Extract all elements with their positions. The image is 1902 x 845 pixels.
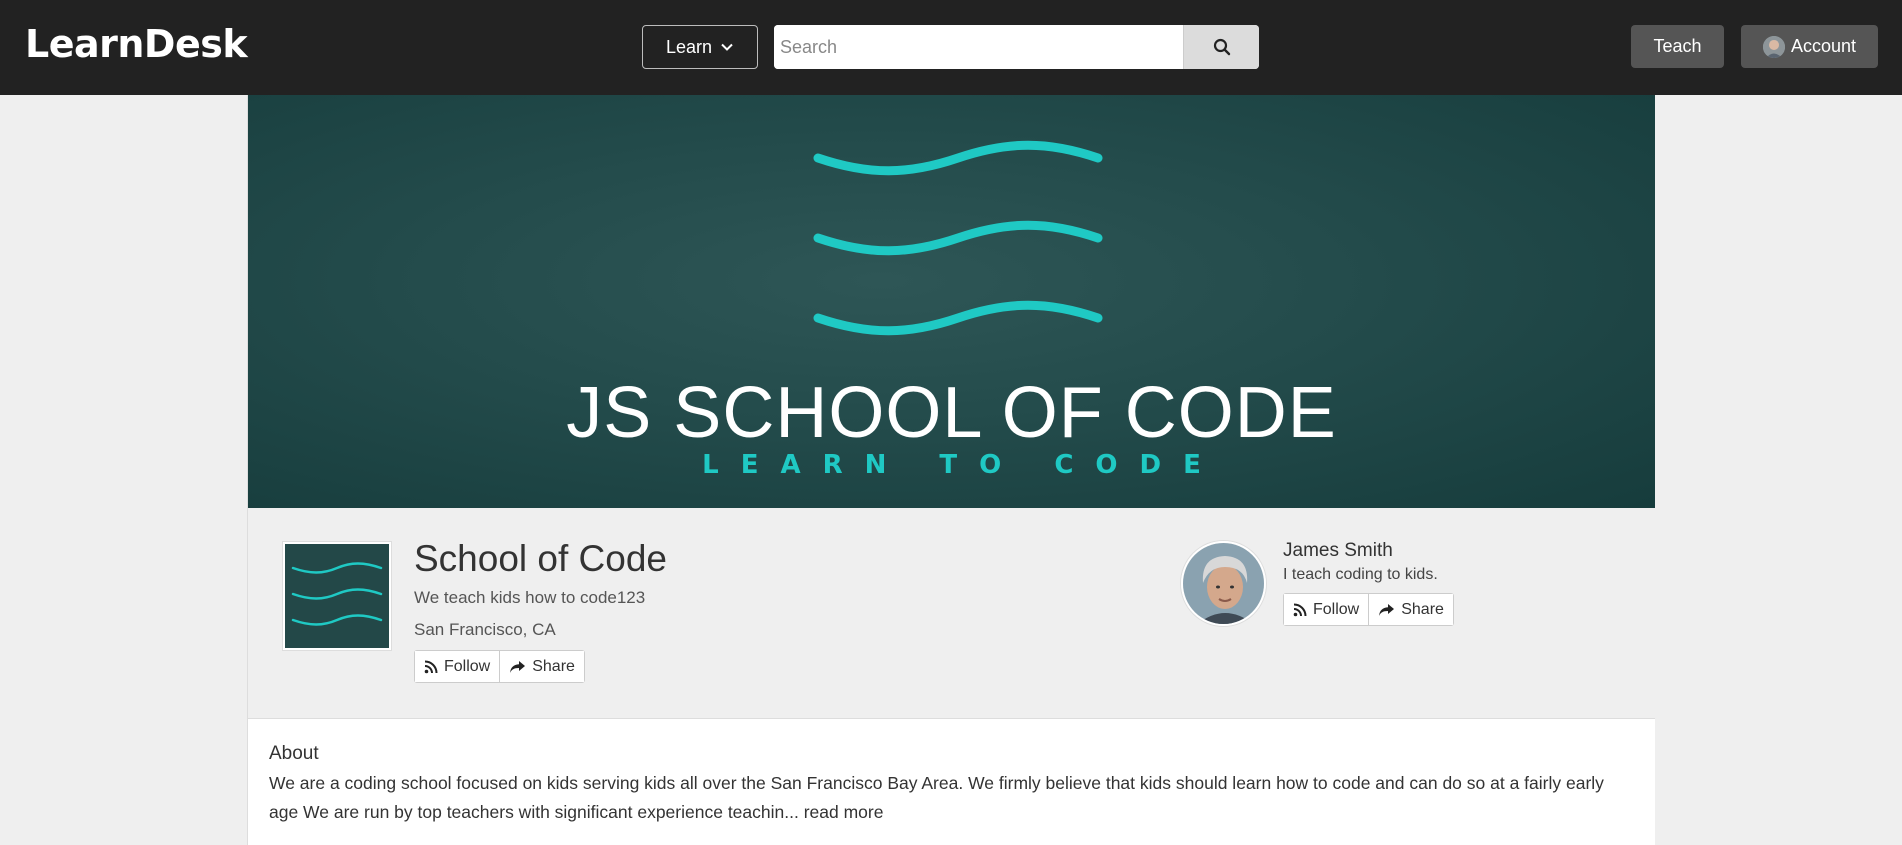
about-description: We are a coding school focused on kids s…: [269, 773, 1604, 822]
about-title: About: [269, 743, 319, 764]
learn-dropdown-button[interactable]: Learn: [642, 25, 758, 69]
share-icon: [1379, 603, 1395, 616]
waves-logo-icon: [813, 140, 1103, 336]
learn-label: Learn: [665, 36, 713, 57]
instructor-share-button[interactable]: Share: [1368, 594, 1453, 625]
share-icon: [510, 660, 526, 673]
waves-logo-icon: [291, 562, 383, 626]
account-avatar: [1762, 35, 1785, 58]
follow-label: Follow: [444, 657, 491, 675]
about-text: We are a coding school focused on kids s…: [269, 769, 1629, 827]
banner-title: JS SCHOOL OF CODE: [566, 373, 1337, 453]
follow-label: Follow: [1313, 600, 1360, 618]
school-location: San Francisco, CA: [414, 620, 556, 639]
instructor-follow-button[interactable]: Follow: [1284, 594, 1369, 625]
about-section: About We are a coding school focused on …: [248, 718, 1655, 845]
school-share-button[interactable]: Share: [499, 651, 584, 682]
school-logo[interactable]: [283, 542, 391, 650]
teach-button[interactable]: Teach: [1631, 25, 1724, 68]
chevron-down-icon: [721, 43, 733, 51]
search-icon: [1213, 38, 1230, 56]
school-banner: JS SCHOOL OF CODE LEARN TO CODE: [248, 95, 1655, 508]
brand-logo[interactable]: LearnDesk: [25, 22, 248, 66]
banner-subtitle: LEARN TO CODE: [702, 450, 1223, 480]
profile-section: School of Code We teach kids how to code…: [248, 508, 1655, 718]
main-content: JS SCHOOL OF CODE LEARN TO CODE School o…: [247, 95, 1655, 845]
school-tagline: We teach kids how to code123: [414, 588, 646, 607]
instructor-bio: I teach coding to kids.: [1283, 566, 1438, 583]
account-button[interactable]: Account: [1741, 25, 1878, 68]
share-label: Share: [532, 657, 575, 675]
read-more-link[interactable]: read more: [804, 802, 884, 822]
share-label: Share: [1401, 600, 1444, 618]
instructor-name[interactable]: James Smith: [1283, 540, 1393, 562]
search-button[interactable]: [1183, 25, 1259, 69]
account-label: Account: [1790, 36, 1857, 56]
search-bar: [774, 25, 1259, 69]
school-name[interactable]: School of Code: [414, 538, 667, 580]
rss-icon: [424, 660, 438, 673]
school-follow-button[interactable]: Follow: [415, 651, 500, 682]
school-action-buttons: Follow Share: [414, 650, 585, 683]
instructor-avatar[interactable]: [1181, 541, 1266, 626]
search-input[interactable]: [774, 25, 1183, 69]
rss-icon: [1293, 603, 1307, 616]
instructor-action-buttons: Follow Share: [1283, 593, 1454, 626]
top-navbar: LearnDesk Learn Teach Account: [0, 0, 1902, 95]
